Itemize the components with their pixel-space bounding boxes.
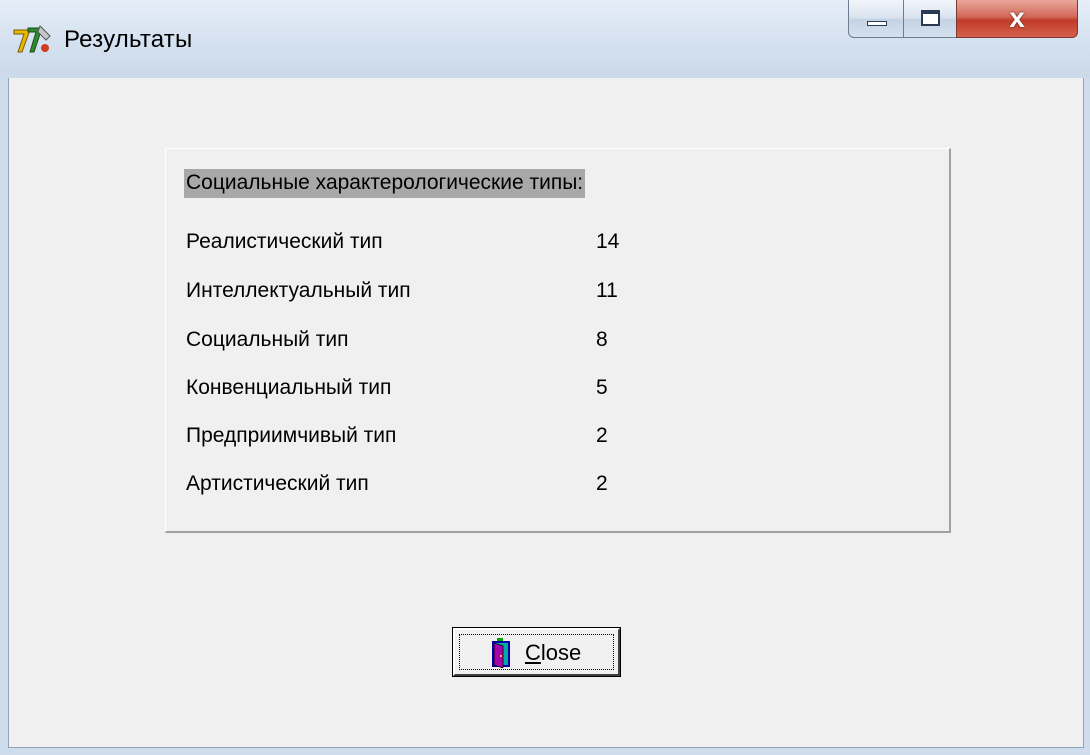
- close-label-rest: lose: [540, 640, 582, 665]
- result-value: 2: [596, 472, 608, 495]
- result-value: 14: [596, 230, 620, 253]
- delphi-app-icon: [13, 25, 51, 53]
- close-mnemonic: C: [525, 640, 541, 665]
- result-label: Социальный тип: [186, 328, 349, 351]
- results-heading: Социальные характерологические типы:: [184, 169, 586, 198]
- result-value: 5: [596, 376, 608, 399]
- results-panel: Социальные характерологические типы: Реа…: [165, 148, 951, 533]
- result-label: Реалистический тип: [186, 230, 383, 253]
- result-label: Предприимчивый тип: [186, 424, 397, 447]
- window-title: Результаты: [64, 26, 193, 53]
- result-value: 2: [596, 424, 608, 447]
- close-button[interactable]: Close: [452, 627, 621, 677]
- result-label: Интеллектуальный тип: [186, 279, 411, 302]
- client-area: Социальные характерологические типы: Реа…: [8, 78, 1084, 748]
- close-button-label: Close: [525, 640, 581, 666]
- maximize-icon: [921, 10, 940, 26]
- result-label: Конвенциальный тип: [186, 376, 392, 399]
- title-bar[interactable]: Результаты x: [0, 0, 1090, 78]
- close-window-button[interactable]: x: [956, 0, 1078, 38]
- maximize-button[interactable]: [903, 0, 957, 38]
- result-value: 8: [596, 328, 608, 351]
- results-window: Результаты x Социальные характерологичес…: [0, 0, 1090, 755]
- close-icon: x: [1009, 2, 1025, 33]
- door-icon: [492, 638, 510, 668]
- result-value: 11: [596, 279, 618, 302]
- minimize-button[interactable]: [848, 0, 904, 38]
- minimize-icon: [867, 21, 887, 26]
- result-label: Артистический тип: [186, 472, 369, 495]
